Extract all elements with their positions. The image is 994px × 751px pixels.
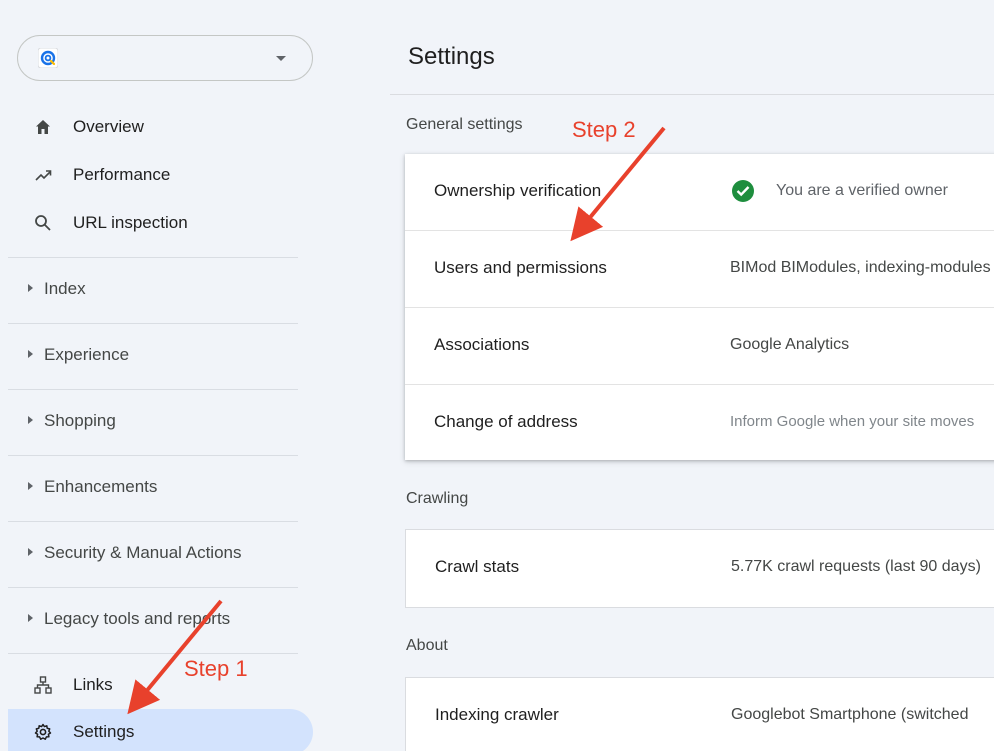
sitemap-icon bbox=[34, 676, 52, 694]
sidebar-item-label: Performance bbox=[73, 165, 171, 184]
sidebar-group-security[interactable]: Security & Manual Actions bbox=[8, 531, 303, 575]
search-console-window: Overview Performance URL inspection Inde… bbox=[0, 0, 994, 751]
sidebar-divider bbox=[8, 323, 298, 324]
sidebar-item-label: URL inspection bbox=[73, 213, 188, 232]
row-value: Google Analytics bbox=[730, 336, 850, 353]
trending-up-icon bbox=[35, 170, 52, 181]
sidebar-divider bbox=[8, 521, 298, 522]
sidebar-item-label: Links bbox=[73, 675, 113, 694]
sidebar-item-links[interactable]: Links bbox=[8, 662, 313, 708]
section-label-about: About bbox=[406, 637, 448, 654]
row-label: Users and permissions bbox=[434, 258, 607, 277]
sidebar-divider bbox=[8, 389, 298, 390]
annotation-step-2: Step 2 bbox=[572, 117, 636, 142]
gear-icon bbox=[34, 723, 52, 740]
sidebar-item-label: Settings bbox=[73, 722, 135, 741]
expand-arrow-icon bbox=[28, 416, 33, 424]
general-settings-card: Ownership verification You are a verifie… bbox=[405, 154, 994, 460]
expand-arrow-icon bbox=[28, 284, 33, 292]
sidebar-group-label: Index bbox=[44, 279, 86, 298]
sidebar-group-label: Legacy tools and reports bbox=[44, 609, 231, 628]
sidebar-item-performance[interactable]: Performance bbox=[8, 152, 313, 198]
row-value: You are a verified owner bbox=[776, 182, 948, 199]
row-value: BIMod BIModules, indexing-modules bbox=[730, 259, 991, 276]
chevron-down-icon[interactable] bbox=[276, 56, 286, 61]
row-value: Inform Google when your site moves bbox=[730, 413, 975, 430]
sidebar-divider bbox=[8, 257, 298, 258]
section-label-crawling: Crawling bbox=[406, 490, 469, 507]
settings-row-users-permissions[interactable]: Users and permissions BIMod BIModules, i… bbox=[405, 230, 994, 307]
property-logo-icon bbox=[38, 48, 58, 68]
verified-check-icon bbox=[732, 180, 754, 202]
expand-arrow-icon bbox=[28, 482, 33, 490]
expand-arrow-icon bbox=[28, 350, 33, 358]
sidebar-divider bbox=[8, 455, 298, 456]
sidebar-item-label: Overview bbox=[73, 117, 144, 136]
sidebar-group-label: Experience bbox=[44, 345, 130, 364]
settings-row-associations[interactable]: Associations Google Analytics bbox=[405, 307, 994, 384]
section-label-general: General settings bbox=[406, 116, 523, 133]
sidebar-group-enhancements[interactable]: Enhancements bbox=[8, 465, 303, 509]
search-icon bbox=[35, 215, 51, 231]
settings-row-ownership[interactable]: Ownership verification You are a verifie… bbox=[405, 154, 994, 230]
row-label: Associations bbox=[434, 335, 530, 354]
crawling-card: Crawl stats 5.77K crawl requests (last 9… bbox=[405, 529, 994, 608]
expand-arrow-icon bbox=[28, 614, 33, 622]
sidebar-group-label: Shopping bbox=[44, 411, 116, 430]
sidebar-item-overview[interactable]: Overview bbox=[8, 104, 313, 150]
expand-arrow-icon bbox=[28, 548, 33, 556]
row-label: Ownership verification bbox=[434, 181, 602, 200]
sidebar-group-index[interactable]: Index bbox=[8, 267, 303, 311]
sidebar-item-url-inspection[interactable]: URL inspection bbox=[8, 200, 313, 246]
settings-row-change-of-address[interactable]: Change of address Inform Google when you… bbox=[405, 384, 994, 461]
sidebar-item-settings[interactable]: Settings bbox=[8, 709, 313, 751]
sidebar-divider bbox=[8, 653, 298, 654]
sidebar-divider bbox=[8, 587, 298, 588]
settings-row-indexing-crawler[interactable]: Indexing crawler Googlebot Smartphone (s… bbox=[406, 678, 994, 751]
settings-row-crawl-stats[interactable]: Crawl stats 5.77K crawl requests (last 9… bbox=[406, 530, 994, 606]
row-value: 5.77K crawl requests (last 90 days) bbox=[731, 558, 981, 575]
sidebar-group-legacy-tools[interactable]: Legacy tools and reports bbox=[8, 597, 303, 641]
row-label: Change of address bbox=[434, 412, 578, 431]
sidebar-group-experience[interactable]: Experience bbox=[8, 333, 303, 377]
row-label: Indexing crawler bbox=[435, 705, 559, 724]
row-label: Crawl stats bbox=[435, 557, 520, 576]
home-icon bbox=[36, 120, 50, 134]
sidebar-group-label: Security & Manual Actions bbox=[44, 543, 242, 562]
row-value: Googlebot Smartphone (switched bbox=[731, 706, 969, 723]
property-selector[interactable] bbox=[17, 35, 313, 81]
page-title: Settings bbox=[408, 43, 495, 70]
title-divider bbox=[390, 94, 994, 95]
annotation-step-1: Step 1 bbox=[184, 656, 248, 681]
sidebar-group-shopping[interactable]: Shopping bbox=[8, 399, 303, 443]
sidebar-group-label: Enhancements bbox=[44, 477, 158, 496]
about-card: Indexing crawler Googlebot Smartphone (s… bbox=[405, 677, 994, 751]
